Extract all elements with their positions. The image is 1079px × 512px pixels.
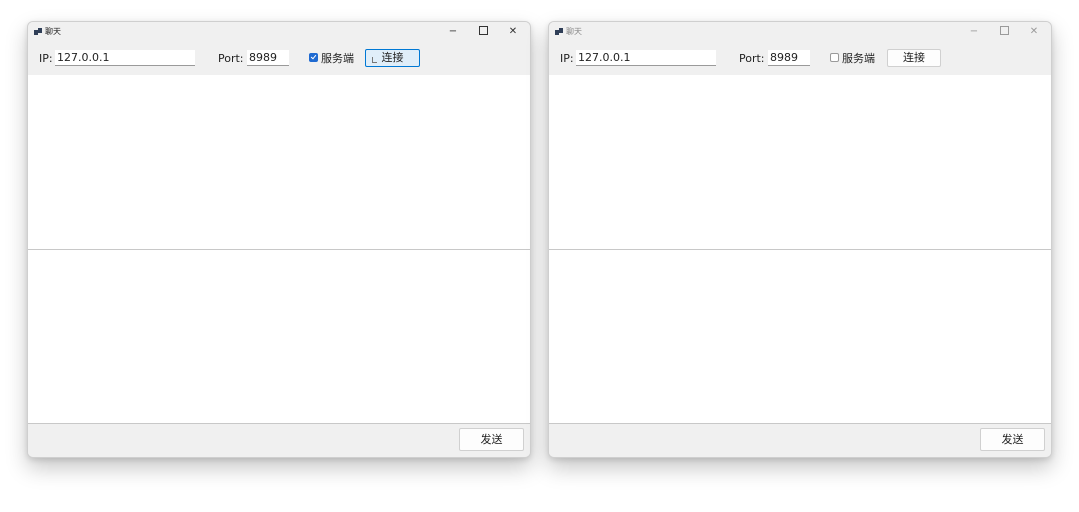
- message-history-area[interactable]: [549, 75, 1051, 249]
- minimize-button[interactable]: −: [959, 22, 989, 42]
- port-input[interactable]: 8989: [247, 50, 289, 66]
- server-checkbox-label[interactable]: 服务端: [321, 52, 354, 65]
- maximize-button[interactable]: [468, 22, 498, 42]
- message-input-area[interactable]: [549, 250, 1051, 424]
- message-input-area[interactable]: [28, 250, 530, 424]
- port-input[interactable]: 8989: [768, 50, 810, 66]
- app-icon: [555, 28, 563, 35]
- port-label: Port:: [218, 52, 244, 65]
- footer-bar: 发送: [549, 424, 1051, 457]
- ip-label: IP:: [560, 52, 574, 65]
- app-icon: [34, 28, 42, 35]
- ip-input[interactable]: 127.0.0.1: [576, 50, 716, 66]
- chat-window-server: 聊天 − ✕ IP: 127.0.0.1 Port: 8989 服务端 连接 发…: [27, 21, 531, 458]
- desktop: 聊天 − ✕ IP: 127.0.0.1 Port: 8989 服务端 连接 发…: [0, 0, 1079, 512]
- footer-bar: 发送: [28, 424, 530, 457]
- connection-toolbar: IP: 127.0.0.1 Port: 8989 服务端 连接: [28, 42, 530, 75]
- maximize-icon: [478, 25, 488, 35]
- minimize-icon: −: [969, 26, 979, 37]
- server-checkbox-label[interactable]: 服务端: [842, 52, 875, 65]
- window-title: 聊天: [45, 27, 61, 36]
- chat-window-client: 聊天 − ✕ IP: 127.0.0.1 Port: 8989 服务端 连接 发…: [548, 21, 1052, 458]
- minimize-button[interactable]: −: [438, 22, 468, 42]
- close-icon: ✕: [1029, 26, 1039, 37]
- maximize-button[interactable]: [989, 22, 1019, 42]
- mouse-cursor-icon: [372, 57, 377, 63]
- ip-input[interactable]: 127.0.0.1: [55, 50, 195, 66]
- message-history-area[interactable]: [28, 75, 530, 249]
- ip-label: IP:: [39, 52, 53, 65]
- server-checkbox[interactable]: [830, 53, 839, 62]
- port-label: Port:: [739, 52, 765, 65]
- send-button[interactable]: 发送: [980, 428, 1045, 451]
- title-bar[interactable]: 聊天 − ✕: [549, 22, 1051, 42]
- connection-toolbar: IP: 127.0.0.1 Port: 8989 服务端 连接: [549, 42, 1051, 75]
- close-icon: ✕: [508, 26, 518, 37]
- window-title: 聊天: [566, 27, 582, 36]
- server-checkbox[interactable]: [309, 53, 318, 62]
- connect-button[interactable]: 连接: [887, 49, 941, 67]
- connect-button[interactable]: 连接: [365, 49, 420, 67]
- close-button[interactable]: ✕: [498, 22, 528, 42]
- connect-button-label: 连接: [903, 51, 925, 64]
- minimize-icon: −: [448, 26, 458, 37]
- connect-button-label: 连接: [381, 51, 404, 64]
- send-button[interactable]: 发送: [459, 428, 524, 451]
- title-bar[interactable]: 聊天 − ✕: [28, 22, 530, 42]
- close-button[interactable]: ✕: [1019, 22, 1049, 42]
- maximize-icon: [999, 25, 1009, 35]
